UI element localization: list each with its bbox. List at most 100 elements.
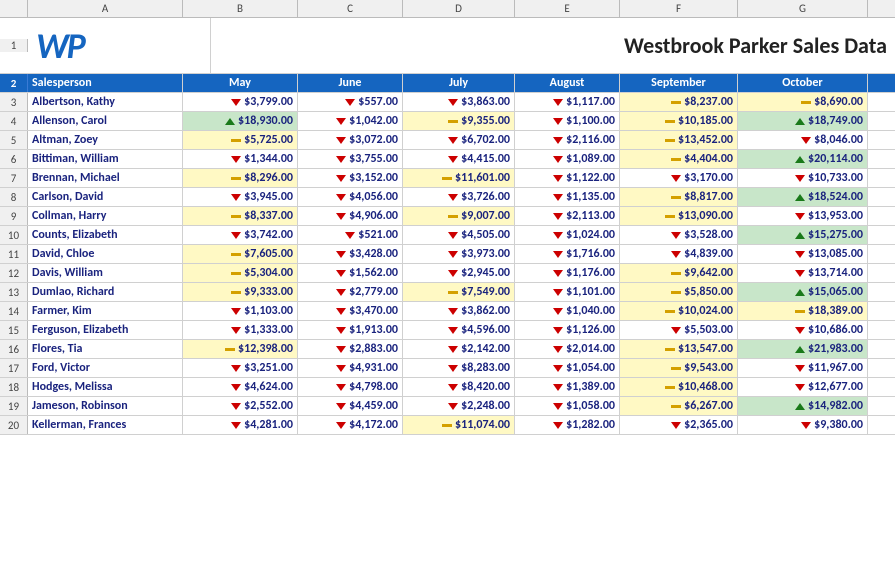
cell-inner: $2,779.00 <box>302 285 398 299</box>
salesperson-name: David, Chloe <box>28 245 183 263</box>
value-cell: $18,749.00 <box>738 112 868 130</box>
logo-cell: WP <box>28 18 211 73</box>
value-cell: $9,380.00 <box>738 416 868 434</box>
salesperson-name: Albertson, Kathy <box>28 93 183 111</box>
cell-value: $10,468.00 <box>678 380 733 394</box>
down-icon <box>553 327 563 334</box>
flat-icon <box>671 291 681 294</box>
value-cell: $10,185.00 <box>620 112 738 130</box>
value-cell: $9,642.00 <box>620 264 738 282</box>
down-icon <box>336 384 346 391</box>
name-text: Ferguson, Elizabeth <box>32 323 128 337</box>
value-cell: $2,552.00 <box>183 397 298 415</box>
down-icon <box>448 137 458 144</box>
row-num-11: 11 <box>0 245 28 263</box>
cell-inner: $8,420.00 <box>407 380 510 394</box>
cell-inner: $14,982.00 <box>742 399 863 413</box>
down-icon <box>336 422 346 429</box>
value-cell: $8,296.00 <box>183 169 298 187</box>
cell-value: $8,420.00 <box>461 380 510 394</box>
table-row: 12Davis, William$5,304.00$1,562.00$2,945… <box>0 264 895 283</box>
header-july: July <box>403 74 515 92</box>
name-text: Counts, Elizabeth <box>32 228 118 242</box>
name-text: David, Chloe <box>32 247 94 261</box>
salesperson-name: Ferguson, Elizabeth <box>28 321 183 339</box>
cell-inner: $8,690.00 <box>742 95 863 109</box>
cell-inner: $1,135.00 <box>519 190 615 204</box>
value-cell: $2,883.00 <box>298 340 403 358</box>
value-cell: $3,863.00 <box>403 93 515 111</box>
cell-value: $8,283.00 <box>461 361 510 375</box>
col-header-rownum <box>0 0 28 17</box>
down-icon <box>448 365 458 372</box>
cell-value: $12,677.00 <box>808 380 863 394</box>
down-icon <box>448 251 458 258</box>
cell-value: $4,415.00 <box>461 152 510 166</box>
cell-inner: $3,742.00 <box>187 228 293 242</box>
down-icon <box>336 289 346 296</box>
down-icon <box>448 384 458 391</box>
flat-icon <box>448 120 458 123</box>
col-header-e: E <box>515 0 620 17</box>
salesperson-name: Counts, Elizabeth <box>28 226 183 244</box>
value-cell: $1,101.00 <box>515 283 620 301</box>
down-icon <box>553 384 563 391</box>
value-cell: $3,862.00 <box>403 302 515 320</box>
cell-inner: $18,930.00 <box>187 114 293 128</box>
salesperson-name: Bittiman, William <box>28 150 183 168</box>
cell-value: $6,702.00 <box>461 133 510 147</box>
value-cell: $1,282.00 <box>515 416 620 434</box>
cell-inner: $9,333.00 <box>187 285 293 299</box>
cell-inner: $10,024.00 <box>624 304 733 318</box>
col-header-f: F <box>620 0 738 17</box>
table-row: 18Hodges, Melissa$4,624.00$4,798.00$8,42… <box>0 378 895 397</box>
cell-inner: $4,596.00 <box>407 323 510 337</box>
flat-icon <box>665 139 675 142</box>
row-num-7: 7 <box>0 169 28 187</box>
cell-inner: $3,862.00 <box>407 304 510 318</box>
value-cell: $4,839.00 <box>620 245 738 263</box>
value-cell: $4,505.00 <box>403 226 515 244</box>
salesperson-name: Dumlao, Richard <box>28 283 183 301</box>
value-cell: $13,953.00 <box>738 207 868 225</box>
cell-inner: $3,755.00 <box>302 152 398 166</box>
cell-value: $2,552.00 <box>244 399 293 413</box>
value-cell: $10,733.00 <box>738 169 868 187</box>
cell-inner: $9,380.00 <box>742 418 863 432</box>
table-row: 20Kellerman, Frances$4,281.00$4,172.00$1… <box>0 416 895 435</box>
table-row: 10Counts, Elizabeth$3,742.00$521.00$4,50… <box>0 226 895 245</box>
row-num-12: 12 <box>0 264 28 282</box>
cell-value: $13,452.00 <box>678 133 733 147</box>
table-row: 8Carlson, David$3,945.00$4,056.00$3,726.… <box>0 188 895 207</box>
value-cell: $1,100.00 <box>515 112 620 130</box>
value-cell: $2,365.00 <box>620 416 738 434</box>
cell-inner: $9,543.00 <box>624 361 733 375</box>
header-may: May <box>183 74 298 92</box>
cell-inner: $1,344.00 <box>187 152 293 166</box>
cell-value: $4,839.00 <box>684 247 733 261</box>
row-num-4: 4 <box>0 112 28 130</box>
value-cell: $3,742.00 <box>183 226 298 244</box>
down-icon <box>336 251 346 258</box>
cell-inner: $21,983.00 <box>742 342 863 356</box>
salesperson-name: Ford, Victor <box>28 359 183 377</box>
table-row: 5Altman, Zoey$5,725.00$3,072.00$6,702.00… <box>0 131 895 150</box>
cell-inner: $3,470.00 <box>302 304 398 318</box>
value-cell: $1,122.00 <box>515 169 620 187</box>
cell-inner: $3,072.00 <box>302 133 398 147</box>
value-cell: $14,982.00 <box>738 397 868 415</box>
spreadsheet: A B C D E F G 1 WP Westbrook Parker Sale… <box>0 0 895 435</box>
cell-inner: $1,024.00 <box>519 228 615 242</box>
table-row: 13Dumlao, Richard$9,333.00$2,779.00$7,54… <box>0 283 895 302</box>
flat-icon <box>442 177 452 180</box>
table-row: 11David, Chloe$7,605.00$3,428.00$3,973.0… <box>0 245 895 264</box>
cell-value: $1,103.00 <box>244 304 293 318</box>
value-cell: $4,798.00 <box>298 378 403 396</box>
value-cell: $13,452.00 <box>620 131 738 149</box>
name-text: Kellerman, Frances <box>32 418 126 432</box>
cell-value: $4,404.00 <box>684 152 733 166</box>
cell-inner: $8,283.00 <box>407 361 510 375</box>
cell-inner: $3,251.00 <box>187 361 293 375</box>
down-icon <box>231 384 241 391</box>
value-cell: $2,142.00 <box>403 340 515 358</box>
